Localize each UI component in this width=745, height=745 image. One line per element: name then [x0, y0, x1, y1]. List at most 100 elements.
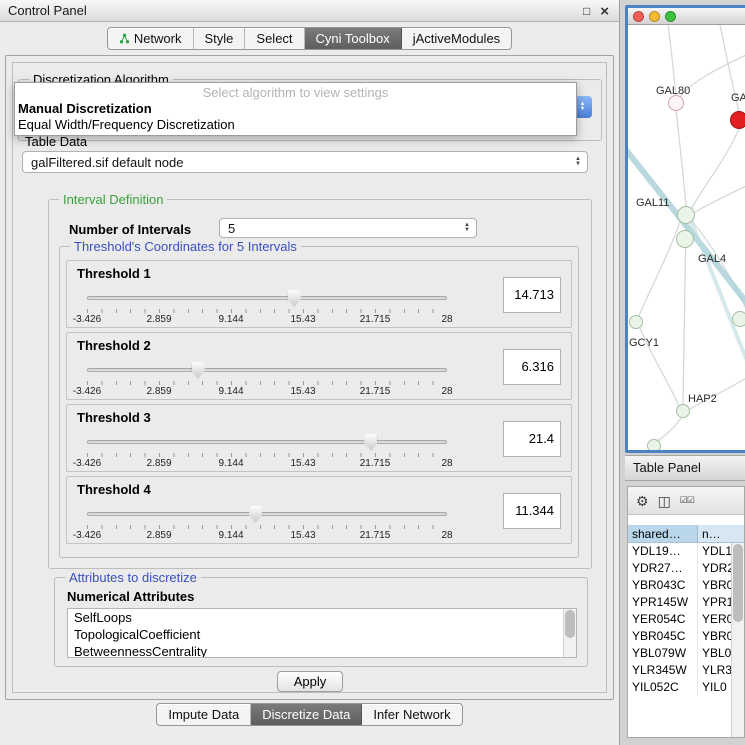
network-node[interactable] — [677, 206, 695, 224]
slider-scale-label: 15.43 — [290, 458, 315, 469]
number-of-intervals-value: 5 — [228, 221, 235, 236]
column-header-name[interactable]: n… — [698, 525, 744, 542]
attribute-list-item[interactable]: TopologicalCoefficient — [68, 626, 576, 643]
network-icon — [119, 33, 130, 44]
network-node[interactable] — [676, 404, 690, 418]
combo-arrows-icon: ▲▼ — [575, 152, 581, 172]
attribute-list-item[interactable]: SelfLoops — [68, 609, 576, 626]
network-node-label: GCY1 — [629, 337, 659, 349]
slider-ticks — [87, 525, 447, 529]
slider-track[interactable] — [87, 440, 447, 444]
attribute-list-item[interactable]: BetweennessCentrality — [68, 643, 576, 658]
table-row[interactable]: YPR145WYPR1 — [628, 594, 744, 611]
table-row[interactable]: YBR043CYBR0 — [628, 577, 744, 594]
attributes-list[interactable]: SelfLoopsTopologicalCoefficientBetweenne… — [67, 608, 577, 658]
threshold-panel: Threshold 2-3.4262.8599.14415.4321.71528… — [66, 332, 572, 400]
threshold-slider[interactable]: -3.4262.8599.14415.4321.71528 — [87, 505, 447, 543]
slider-scale-label: 9.144 — [218, 530, 243, 541]
network-node[interactable] — [676, 230, 694, 248]
network-node[interactable] — [629, 315, 643, 329]
slider-scale-label: 15.43 — [290, 386, 315, 397]
table-row[interactable]: YBR045CYBR0 — [628, 628, 744, 645]
zoom-traffic-icon[interactable] — [665, 11, 676, 22]
algorithm-option[interactable]: Equal Width/Frequency Discretization — [15, 117, 576, 133]
slider-thumb[interactable] — [249, 506, 262, 523]
slider-scale-label: 2.859 — [146, 458, 171, 469]
threshold-value-field[interactable]: 14.713 — [503, 277, 561, 313]
scrollbar-thumb[interactable] — [565, 610, 575, 638]
network-node[interactable] — [730, 111, 745, 129]
close-traffic-icon[interactable] — [633, 11, 644, 22]
tab-network[interactable]: Network — [108, 28, 194, 49]
slider-thumb[interactable] — [364, 434, 377, 451]
tab-label: Select — [256, 31, 292, 46]
table-row[interactable]: YER054CYER0 — [628, 611, 744, 628]
table-panel-titlebar[interactable]: Table Panel — [625, 455, 745, 481]
columns-icon[interactable]: ◫ — [658, 494, 671, 508]
interval-definition-group: Interval Definition Number of Intervals … — [48, 199, 592, 569]
tab-select[interactable]: Select — [245, 28, 304, 49]
slider-ticks — [87, 381, 447, 385]
slider-scale-label: 15.43 — [290, 530, 315, 541]
top-tab-bar: NetworkStyle Select Cyni Toolbox jActiveMod… — [107, 27, 512, 50]
minimize-icon[interactable]: □ — [583, 1, 590, 22]
tab-jactivemodules[interactable]: jActiveModules — [402, 28, 511, 49]
tab-impute-data[interactable]: Impute Data — [157, 704, 251, 725]
table-row[interactable]: YBL079WYBL0 — [628, 645, 744, 662]
table-data-value: galFiltered.sif default node — [31, 155, 183, 170]
tab-infer-network[interactable]: Infer Network — [362, 704, 461, 725]
threshold-value-field[interactable]: 21.4 — [503, 421, 561, 457]
table-scrollbar[interactable] — [731, 543, 744, 737]
threshold-slider[interactable]: -3.4262.8599.14415.4321.71528 — [87, 361, 447, 399]
threshold-label: Threshold 4 — [77, 482, 151, 497]
network-view-window[interactable]: GAL80GAGAL11GAL4GCY1HAP2 — [625, 5, 745, 453]
table-row[interactable]: YDR27…YDR2 — [628, 560, 744, 577]
table-panel-title: Table Panel — [633, 460, 701, 475]
table-row[interactable]: YLR345WYLR3 — [628, 662, 744, 679]
algorithm-option-list: Manual DiscretizationEqual Width/Frequen… — [15, 101, 576, 133]
slider-scale-label: 28 — [441, 314, 452, 325]
threshold-value-field[interactable]: 6.316 — [503, 349, 561, 385]
table-gap — [628, 515, 744, 525]
cell-shared-name: YBL079W — [628, 645, 698, 662]
network-canvas[interactable]: GAL80GAGAL11GAL4GCY1HAP2 — [628, 25, 745, 450]
scrollbar-thumb[interactable] — [733, 544, 743, 622]
table-row[interactable]: YDL19…YDL1 — [628, 543, 744, 560]
combo-arrows-icon: ▲▼ — [464, 219, 470, 237]
cell-shared-name: YDL19… — [628, 543, 698, 560]
network-node[interactable] — [732, 311, 745, 327]
slider-thumb[interactable] — [192, 362, 205, 379]
network-node[interactable] — [647, 439, 661, 450]
tab-cyni-toolbox[interactable]: Cyni Toolbox — [305, 28, 402, 49]
table-data-combo[interactable]: galFiltered.sif default node ▲▼ — [22, 151, 588, 173]
network-node[interactable] — [668, 95, 684, 111]
apply-button[interactable]: Apply — [277, 671, 343, 692]
slider-track[interactable] — [87, 368, 447, 372]
window-titlebar[interactable]: Control Panel □ × — [0, 0, 619, 22]
threshold-value-field[interactable]: 11.344 — [503, 493, 561, 529]
slider-scale-label: 2.859 — [146, 314, 171, 325]
slider-scale-label: -3.426 — [73, 386, 101, 397]
slider-scale: -3.4262.8599.14415.4321.71528 — [87, 530, 447, 542]
network-window-titlebar[interactable] — [628, 8, 745, 25]
slider-track[interactable] — [87, 296, 447, 300]
slider-scale-label: 21.715 — [360, 530, 391, 541]
list-scrollbar[interactable] — [563, 609, 576, 657]
threshold-slider[interactable]: -3.4262.8599.14415.4321.71528 — [87, 289, 447, 327]
gear-icon[interactable]: ⚙ — [636, 494, 649, 508]
column-header-shared-name[interactable]: shared… — [628, 525, 698, 542]
slider-thumb[interactable] — [288, 290, 301, 307]
slider-track[interactable] — [87, 512, 447, 516]
slider-scale-label: 2.859 — [146, 386, 171, 397]
tab-label: jActiveModules — [413, 31, 500, 46]
number-of-intervals-combo[interactable]: 5 ▲▼ — [219, 218, 477, 238]
algorithm-option[interactable]: Manual Discretization — [15, 101, 576, 117]
show-columns-icon[interactable]: ☑☑ — [680, 496, 694, 505]
minimize-traffic-icon[interactable] — [649, 11, 660, 22]
tab-label: Discretize Data — [262, 707, 350, 722]
tab-style[interactable]: Style — [194, 28, 246, 49]
tab-discretize-data[interactable]: Discretize Data — [251, 704, 362, 725]
threshold-slider[interactable]: -3.4262.8599.14415.4321.71528 — [87, 433, 447, 471]
close-icon[interactable]: × — [600, 1, 609, 22]
table-row[interactable]: YIL052CYIL0 — [628, 679, 744, 696]
